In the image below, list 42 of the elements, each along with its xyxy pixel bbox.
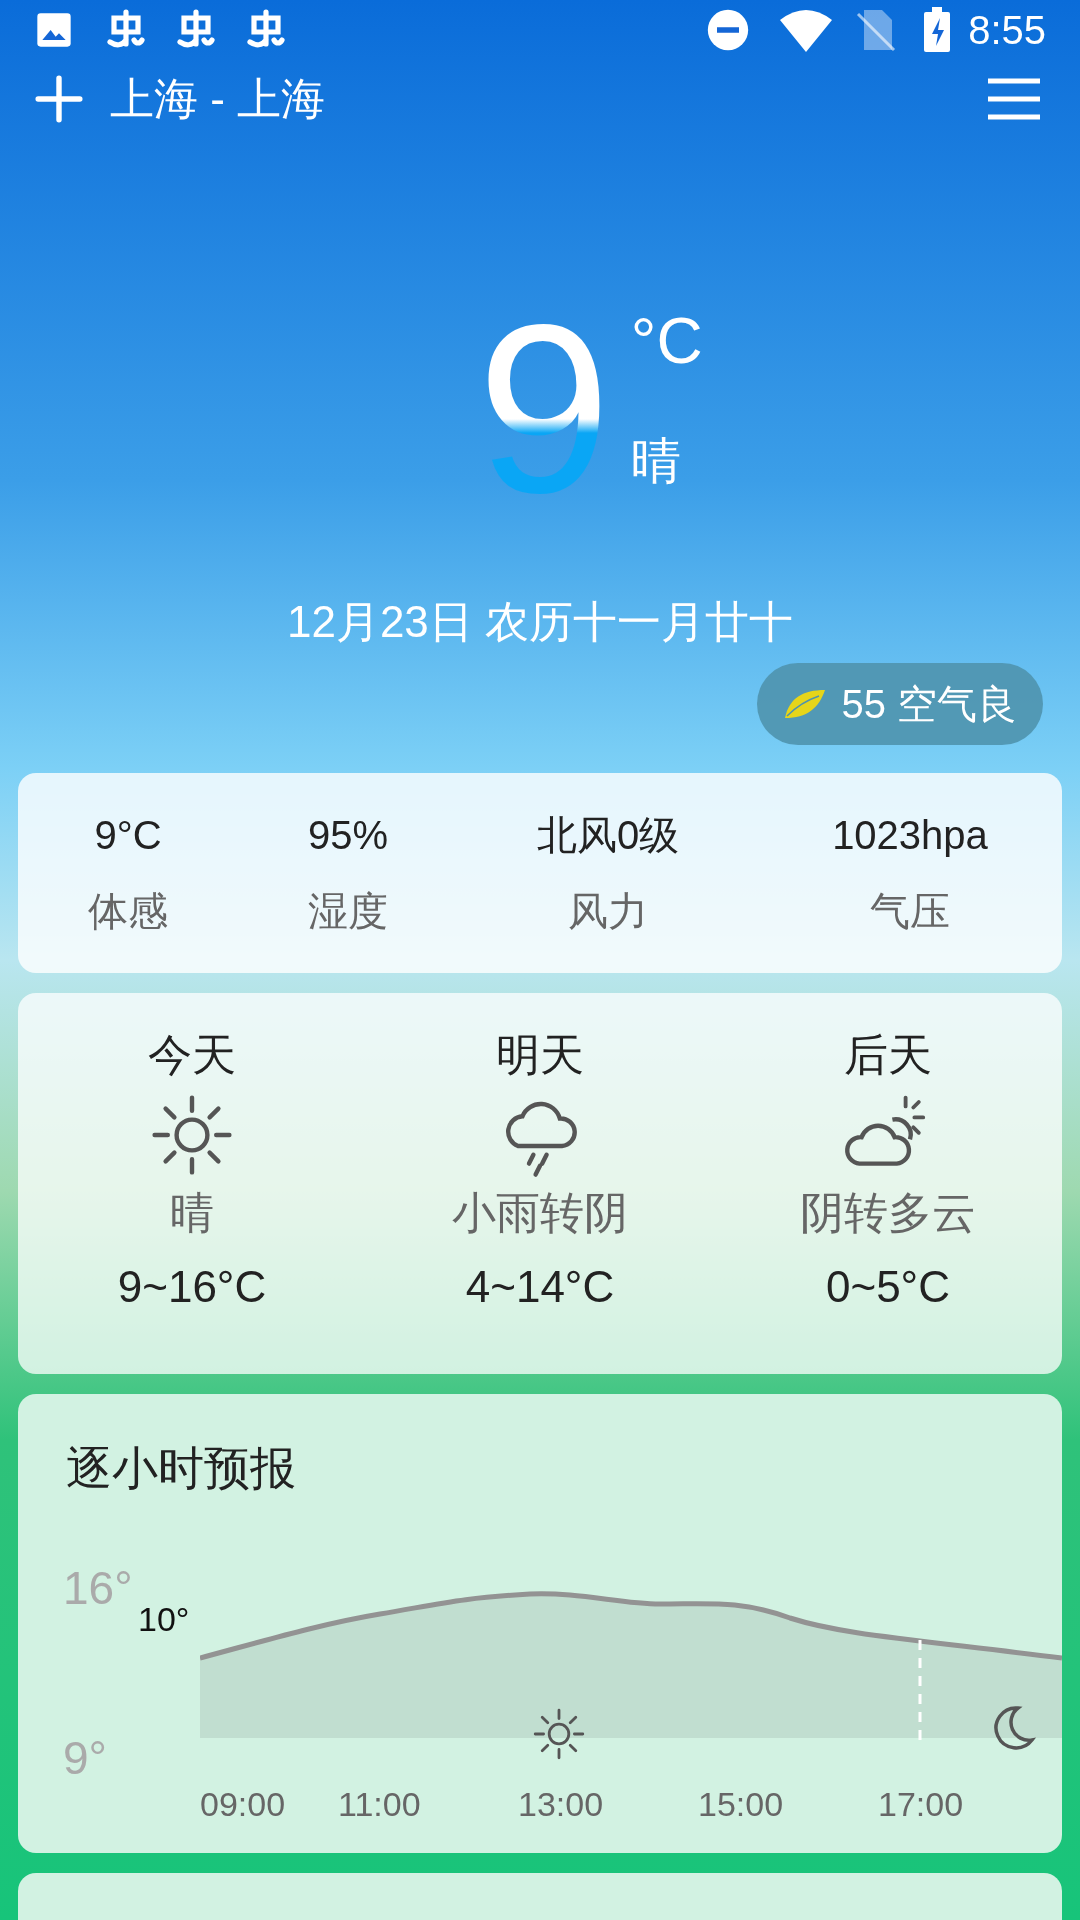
detail-label: 气压 [870, 887, 950, 935]
time-label: 15:00 [698, 1783, 784, 1825]
forecast-condition: 阴转多云 [800, 1186, 976, 1239]
weather-condition: 晴 [630, 432, 682, 489]
do-not-disturb-icon [706, 8, 751, 52]
temperature-range: 4~14°C [465, 1260, 615, 1313]
detail-label: 风力 [568, 887, 648, 935]
temperature-label: 10° [138, 1598, 190, 1640]
date-text: 12月23日 农历十一月廿十 [285, 595, 795, 648]
add-city-button[interactable] [34, 74, 84, 125]
time-label: 11:00 [338, 1783, 421, 1825]
forecast-day: 今天 [148, 1028, 236, 1081]
section-title: 逐小时预报 [66, 1440, 296, 1496]
detail-value: 北风0级 [536, 811, 680, 859]
temperature-range: 9~16°C [117, 1260, 267, 1313]
time-label: 17:00 [878, 1783, 964, 1825]
menu-icon [988, 77, 1040, 122]
menu-button[interactable] [988, 77, 1040, 122]
battery-charging-icon [922, 6, 953, 54]
leaf-icon [783, 687, 828, 720]
time-label: 09:00 [200, 1783, 286, 1825]
air-quality-badge[interactable]: 55 空气良 [757, 662, 1043, 745]
detail-value: 1023hpa [832, 811, 988, 859]
detail-label: 体感 [88, 887, 168, 935]
forecast-condition: 小雨转阴 [452, 1186, 628, 1239]
clock-time: 8:55 [968, 7, 1046, 54]
forecast-condition: 晴 [170, 1186, 214, 1239]
time-label: 13:00 [518, 1783, 604, 1825]
wifi-icon [778, 8, 835, 52]
axis-label: 9° [63, 1730, 107, 1786]
temperature-range: 0~5°C [826, 1260, 950, 1313]
detail-label: 湿度 [308, 887, 388, 935]
temperature-unit: °C [630, 308, 703, 373]
forecast-day: 明天 [496, 1028, 584, 1081]
detail-value: 95% [307, 811, 389, 859]
forecast-day: 后天 [844, 1028, 932, 1081]
image-icon [34, 10, 74, 50]
city-name[interactable]: 上海 - 上海 [110, 66, 326, 133]
axis-label: 16° [63, 1560, 133, 1616]
plus-icon [34, 74, 84, 125]
no-sim-icon [856, 8, 897, 52]
detail-value: 9°C [94, 811, 162, 859]
